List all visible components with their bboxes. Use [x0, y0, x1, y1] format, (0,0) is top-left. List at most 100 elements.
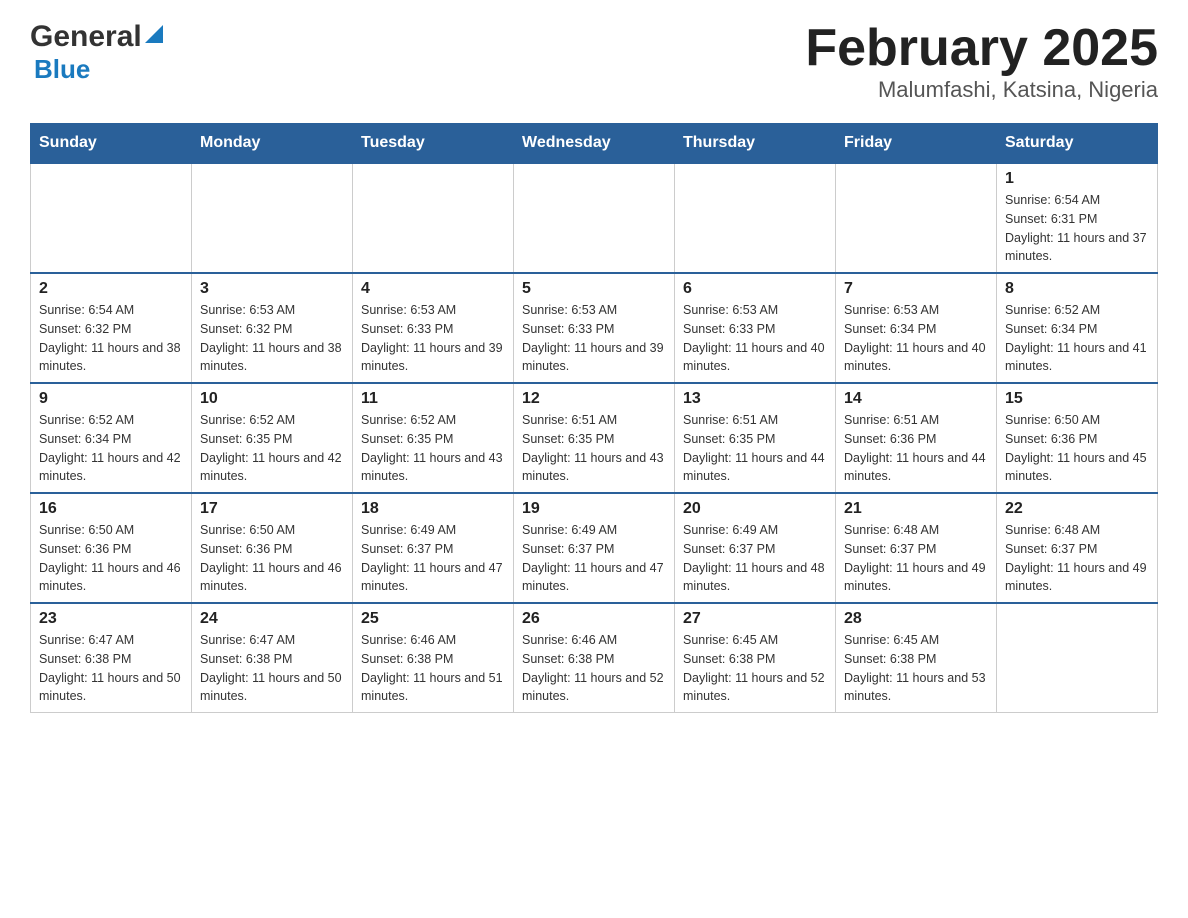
day-number: 17 [200, 500, 344, 518]
calendar-header-sunday: Sunday [31, 124, 192, 164]
day-info: Sunrise: 6:52 AM Sunset: 6:35 PM Dayligh… [200, 411, 344, 486]
day-info: Sunrise: 6:54 AM Sunset: 6:31 PM Dayligh… [1005, 191, 1149, 266]
day-number: 26 [522, 610, 666, 628]
calendar-cell: 16 Sunrise: 6:50 AM Sunset: 6:36 PM Dayli… [31, 493, 192, 603]
calendar-title: February 2025 [805, 20, 1158, 77]
day-number: 1 [1005, 170, 1149, 188]
calendar-cell: 18Sunrise: 6:49 AM Sunset: 6:37 PM Dayli… [353, 493, 514, 603]
day-info: Sunrise: 6:48 AM Sunset: 6:37 PM Dayligh… [1005, 521, 1149, 596]
calendar-cell: 22 Sunrise: 6:48 AM Sunset: 6:37 PM Dayli… [997, 493, 1158, 603]
day-info: Sunrise: 6:52 AM Sunset: 6:34 PM Dayligh… [1005, 301, 1149, 376]
day-info: Sunrise: 6:49 AM Sunset: 6:37 PM Dayligh… [522, 521, 666, 596]
calendar-header-thursday: Thursday [675, 124, 836, 164]
day-number: 9 [39, 390, 183, 408]
calendar-cell: 23 Sunrise: 6:47 AM Sunset: 6:38 PM Dayli… [31, 603, 192, 713]
day-number: 15 [1005, 390, 1149, 408]
calendar-cell: 7Sunrise: 6:53 AM Sunset: 6:34 PM Daylig… [836, 273, 997, 383]
day-info: Sunrise: 6:50 AM Sunset: 6:36 PM Dayligh… [200, 521, 344, 596]
calendar-cell: 25 Sunrise: 6:46 AM Sunset: 6:38 PM Dayli… [353, 603, 514, 713]
day-number: 27 [683, 610, 827, 628]
logo: General Blue [30, 20, 163, 85]
day-number: 25 [361, 610, 505, 628]
calendar-cell: 13Sunrise: 6:51 AM Sunset: 6:35 PM Dayli… [675, 383, 836, 493]
day-info: Sunrise: 6:45 AM Sunset: 6:38 PM Dayligh… [683, 631, 827, 706]
day-number: 19 [522, 500, 666, 518]
calendar-cell [192, 163, 353, 273]
calendar-cell: 11 Sunrise: 6:52 AM Sunset: 6:35 PM Dayli… [353, 383, 514, 493]
calendar-header-friday: Friday [836, 124, 997, 164]
calendar-week-5: 23 Sunrise: 6:47 AM Sunset: 6:38 PM Dayli… [31, 603, 1158, 713]
day-number: 23 [39, 610, 183, 628]
day-number: 24 [200, 610, 344, 628]
calendar-cell: 6Sunrise: 6:53 AM Sunset: 6:33 PM Daylig… [675, 273, 836, 383]
logo-blue-text: Blue [34, 54, 90, 84]
day-number: 2 [39, 280, 183, 298]
calendar-cell [675, 163, 836, 273]
calendar-week-4: 16 Sunrise: 6:50 AM Sunset: 6:36 PM Dayli… [31, 493, 1158, 603]
day-info: Sunrise: 6:50 AM Sunset: 6:36 PM Dayligh… [39, 521, 183, 596]
calendar-cell [514, 163, 675, 273]
calendar-header-row: SundayMondayTuesdayWednesdayThursdayFrid… [31, 124, 1158, 164]
day-number: 3 [200, 280, 344, 298]
calendar-cell: 1 Sunrise: 6:54 AM Sunset: 6:31 PM Daylig… [997, 163, 1158, 273]
day-info: Sunrise: 6:51 AM Sunset: 6:36 PM Dayligh… [844, 411, 988, 486]
page-header: General Blue February 2025 Malumfashi, K… [30, 20, 1158, 103]
calendar-cell: 3 Sunrise: 6:53 AM Sunset: 6:32 PM Daylig… [192, 273, 353, 383]
day-number: 5 [522, 280, 666, 298]
calendar-cell [31, 163, 192, 273]
calendar-title-block: February 2025 Malumfashi, Katsina, Niger… [805, 20, 1158, 103]
calendar-week-2: 2 Sunrise: 6:54 AM Sunset: 6:32 PM Daylig… [31, 273, 1158, 383]
calendar-cell: 24 Sunrise: 6:47 AM Sunset: 6:38 PM Dayli… [192, 603, 353, 713]
day-number: 16 [39, 500, 183, 518]
day-info: Sunrise: 6:49 AM Sunset: 6:37 PM Dayligh… [683, 521, 827, 596]
calendar-cell: 5 Sunrise: 6:53 AM Sunset: 6:33 PM Daylig… [514, 273, 675, 383]
calendar-cell: 8 Sunrise: 6:52 AM Sunset: 6:34 PM Daylig… [997, 273, 1158, 383]
day-info: Sunrise: 6:53 AM Sunset: 6:33 PM Dayligh… [683, 301, 827, 376]
logo-general-text: General [30, 20, 142, 54]
day-info: Sunrise: 6:50 AM Sunset: 6:36 PM Dayligh… [1005, 411, 1149, 486]
calendar-cell [836, 163, 997, 273]
calendar-cell: 28 Sunrise: 6:45 AM Sunset: 6:38 PM Dayli… [836, 603, 997, 713]
calendar-cell: 27 Sunrise: 6:45 AM Sunset: 6:38 PM Dayli… [675, 603, 836, 713]
day-info: Sunrise: 6:48 AM Sunset: 6:37 PM Dayligh… [844, 521, 988, 596]
calendar-header-saturday: Saturday [997, 124, 1158, 164]
day-info: Sunrise: 6:51 AM Sunset: 6:35 PM Dayligh… [683, 411, 827, 486]
calendar-week-3: 9Sunrise: 6:52 AM Sunset: 6:34 PM Daylig… [31, 383, 1158, 493]
day-info: Sunrise: 6:46 AM Sunset: 6:38 PM Dayligh… [361, 631, 505, 706]
calendar-header-wednesday: Wednesday [514, 124, 675, 164]
day-info: Sunrise: 6:45 AM Sunset: 6:38 PM Dayligh… [844, 631, 988, 706]
day-number: 21 [844, 500, 988, 518]
day-info: Sunrise: 6:53 AM Sunset: 6:32 PM Dayligh… [200, 301, 344, 376]
calendar-cell: 15 Sunrise: 6:50 AM Sunset: 6:36 PM Dayli… [997, 383, 1158, 493]
calendar-header-monday: Monday [192, 124, 353, 164]
day-number: 28 [844, 610, 988, 628]
calendar-cell: 9Sunrise: 6:52 AM Sunset: 6:34 PM Daylig… [31, 383, 192, 493]
day-number: 11 [361, 390, 505, 408]
calendar-table: SundayMondayTuesdayWednesdayThursdayFrid… [30, 123, 1158, 713]
calendar-cell: 21 Sunrise: 6:48 AM Sunset: 6:37 PM Dayli… [836, 493, 997, 603]
day-info: Sunrise: 6:49 AM Sunset: 6:37 PM Dayligh… [361, 521, 505, 596]
calendar-cell: 26 Sunrise: 6:46 AM Sunset: 6:38 PM Dayli… [514, 603, 675, 713]
day-number: 8 [1005, 280, 1149, 298]
day-number: 22 [1005, 500, 1149, 518]
day-info: Sunrise: 6:46 AM Sunset: 6:38 PM Dayligh… [522, 631, 666, 706]
day-info: Sunrise: 6:47 AM Sunset: 6:38 PM Dayligh… [39, 631, 183, 706]
day-number: 4 [361, 280, 505, 298]
calendar-cell: 12 Sunrise: 6:51 AM Sunset: 6:35 PM Dayli… [514, 383, 675, 493]
logo-arrow-icon [145, 25, 163, 48]
day-info: Sunrise: 6:54 AM Sunset: 6:32 PM Dayligh… [39, 301, 183, 376]
day-info: Sunrise: 6:52 AM Sunset: 6:35 PM Dayligh… [361, 411, 505, 486]
calendar-cell: 20 Sunrise: 6:49 AM Sunset: 6:37 PM Dayli… [675, 493, 836, 603]
day-number: 12 [522, 390, 666, 408]
calendar-cell: 19 Sunrise: 6:49 AM Sunset: 6:37 PM Dayli… [514, 493, 675, 603]
day-info: Sunrise: 6:53 AM Sunset: 6:33 PM Dayligh… [361, 301, 505, 376]
calendar-cell [997, 603, 1158, 713]
day-number: 20 [683, 500, 827, 518]
day-number: 7 [844, 280, 988, 298]
day-info: Sunrise: 6:53 AM Sunset: 6:33 PM Dayligh… [522, 301, 666, 376]
calendar-week-1: 1 Sunrise: 6:54 AM Sunset: 6:31 PM Daylig… [31, 163, 1158, 273]
day-info: Sunrise: 6:51 AM Sunset: 6:35 PM Dayligh… [522, 411, 666, 486]
day-info: Sunrise: 6:47 AM Sunset: 6:38 PM Dayligh… [200, 631, 344, 706]
calendar-cell: 2 Sunrise: 6:54 AM Sunset: 6:32 PM Daylig… [31, 273, 192, 383]
day-number: 14 [844, 390, 988, 408]
